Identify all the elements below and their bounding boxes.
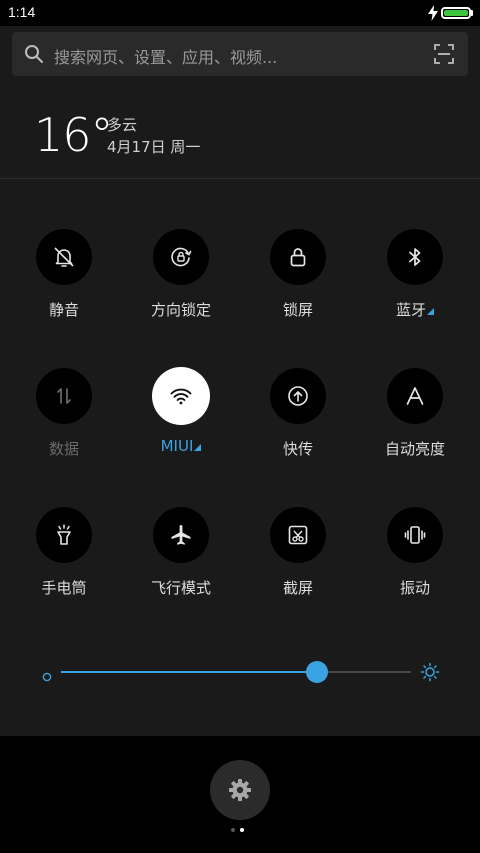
brightness-high-icon bbox=[420, 662, 440, 682]
toggle-label: 静音 bbox=[48, 301, 79, 319]
toggle-label: 锁屏 bbox=[282, 301, 313, 319]
divider bbox=[0, 178, 480, 179]
toggle-label-text: MIUI bbox=[160, 437, 194, 455]
lock-icon bbox=[270, 229, 326, 285]
charging-icon bbox=[427, 5, 439, 21]
toggle-label: MIUI bbox=[161, 437, 202, 455]
battery-level bbox=[444, 10, 468, 16]
toggle-wifi[interactable]: MIUI bbox=[126, 367, 236, 455]
battery-icon bbox=[441, 7, 471, 19]
status-bar: 1:14 bbox=[0, 0, 480, 26]
brightness-track[interactable] bbox=[61, 671, 411, 673]
settings-button[interactable] bbox=[210, 760, 270, 820]
weather-condition: 多云 bbox=[107, 116, 138, 134]
toggle-label: 方向锁定 bbox=[150, 301, 211, 319]
toggle-lock-screen[interactable]: 锁屏 bbox=[243, 229, 353, 320]
toggle-label: 振动 bbox=[399, 579, 430, 597]
battery-cap bbox=[471, 10, 473, 16]
toggle-auto-brightness[interactable]: 自动亮度 bbox=[360, 368, 470, 459]
notification-panel: 1:14 搜索网页、设置、应用、视频... 16° 多云 4月17日 周一 静音… bbox=[0, 0, 480, 736]
toggle-label: 手电筒 bbox=[41, 579, 87, 597]
toggle-mobile-data[interactable]: 数据 bbox=[9, 368, 119, 459]
search-bar[interactable]: 搜索网页、设置、应用、视频... bbox=[12, 32, 468, 76]
search-icon bbox=[24, 44, 44, 64]
brightness-low-icon bbox=[42, 667, 52, 682]
toggle-label: 蓝牙 bbox=[396, 299, 434, 320]
toggle-quick-share[interactable]: 快传 bbox=[243, 368, 353, 459]
vibrate-icon bbox=[387, 507, 443, 563]
brightness-slider[interactable] bbox=[40, 660, 440, 684]
bluetooth-icon bbox=[387, 229, 443, 285]
search-input[interactable]: 搜索网页、设置、应用、视频... bbox=[54, 44, 277, 68]
page-dot bbox=[240, 828, 244, 832]
bottom-bar bbox=[0, 736, 480, 853]
scan-icon[interactable] bbox=[434, 44, 454, 64]
toggle-airplane-mode[interactable]: 飞行模式 bbox=[126, 507, 236, 598]
brightness-fill bbox=[61, 671, 317, 673]
weather-date: 4月17日 周一 bbox=[107, 138, 201, 156]
more-options-indicator bbox=[194, 444, 202, 451]
toggle-screenshot[interactable]: 截屏 bbox=[243, 507, 353, 598]
toggle-silent[interactable]: 静音 bbox=[9, 229, 119, 320]
toggle-rotation-lock[interactable]: 方向锁定 bbox=[126, 229, 236, 320]
wifi-icon bbox=[152, 367, 210, 425]
toggle-label: 飞行模式 bbox=[150, 579, 211, 597]
share-upload-icon bbox=[270, 368, 326, 424]
toggle-bluetooth[interactable]: 蓝牙 bbox=[360, 229, 470, 320]
mobile-data-icon bbox=[36, 368, 92, 424]
rotation-lock-icon bbox=[153, 229, 209, 285]
toggle-label-text: 蓝牙 bbox=[395, 301, 426, 319]
page-dot bbox=[231, 828, 235, 832]
flashlight-icon bbox=[36, 507, 92, 563]
status-time: 1:14 bbox=[8, 4, 36, 20]
toggle-label: 截屏 bbox=[282, 579, 313, 597]
toggle-vibrate[interactable]: 振动 bbox=[360, 507, 470, 598]
screenshot-icon bbox=[270, 507, 326, 563]
more-options-indicator bbox=[427, 308, 434, 315]
auto-brightness-icon bbox=[387, 368, 443, 424]
toggle-flashlight[interactable]: 手电筒 bbox=[9, 507, 119, 598]
toggle-label: 自动亮度 bbox=[384, 440, 445, 458]
weather-temperature: 16° bbox=[34, 108, 114, 162]
bell-off-icon bbox=[36, 229, 92, 285]
airplane-icon bbox=[153, 507, 209, 563]
page-indicator bbox=[231, 828, 251, 834]
toggle-label: 快传 bbox=[282, 440, 313, 458]
gear-icon bbox=[229, 779, 251, 801]
toggle-label: 数据 bbox=[48, 440, 79, 458]
brightness-thumb[interactable] bbox=[305, 661, 328, 683]
